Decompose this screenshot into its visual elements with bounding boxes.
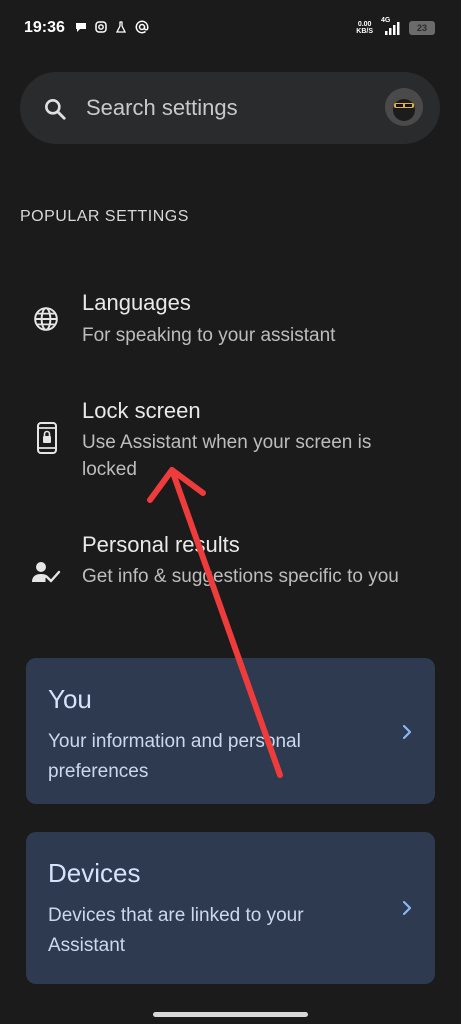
system-status: 0.00 KB/S 4G 23: [356, 17, 435, 36]
setting-subtitle: Use Assistant when your screen is locked: [82, 432, 372, 480]
card-subtitle: Your information and personal preference…: [48, 731, 301, 782]
setting-subtitle: For speaking to your assistant: [82, 325, 336, 346]
setting-item-languages[interactable]: Languages For speaking to your assistant: [0, 280, 461, 360]
card-title: You: [48, 684, 92, 714]
setting-title: Personal results: [82, 532, 240, 557]
netspeed-indicator: 0.00 KB/S: [356, 21, 373, 35]
search-icon: [45, 99, 66, 120]
search-input[interactable]: Search settings: [86, 95, 238, 121]
section-header-popular-settings: POPULAR SETTINGS: [20, 208, 189, 225]
battery-indicator: 23: [409, 21, 435, 35]
home-indicator[interactable]: [153, 1012, 308, 1017]
card-title: Devices: [48, 858, 141, 888]
setting-title: Lock screen: [82, 398, 201, 423]
search-bar[interactable]: Search settings: [20, 72, 440, 144]
card-you[interactable]: You Your information and personal prefer…: [26, 658, 435, 804]
signal-bars-icon: [385, 22, 400, 35]
setting-item-personal-results[interactable]: Personal results Get info & suggestions …: [0, 522, 461, 632]
card-subtitle: Devices that are linked to your Assistan…: [48, 905, 304, 956]
avatar[interactable]: [385, 88, 423, 126]
setting-title: Languages: [82, 290, 191, 315]
chevron-right-icon: [402, 724, 412, 740]
flask-icon: [115, 21, 127, 33]
notification-icons: [75, 20, 149, 34]
setting-item-lock-screen[interactable]: Lock screen Use Assistant when your scre…: [0, 388, 461, 498]
globe-icon: [34, 307, 58, 331]
chat-bubble-icon: [76, 23, 86, 32]
signal-indicator: 4G: [381, 17, 401, 36]
status-bar: 19:36 0.00 KB/S 4G 23: [0, 0, 461, 58]
phone-lock-icon: [37, 422, 57, 454]
profile-avatar-icon: [385, 88, 423, 126]
chevron-right-icon: [402, 900, 412, 916]
status-time: 19:36: [24, 19, 65, 36]
at-sign-icon: [135, 20, 149, 34]
person-check-icon: [32, 562, 61, 583]
instagram-icon: [95, 21, 107, 33]
card-devices[interactable]: Devices Devices that are linked to your …: [26, 832, 435, 984]
setting-subtitle: Get info & suggestions specific to you: [82, 566, 399, 587]
